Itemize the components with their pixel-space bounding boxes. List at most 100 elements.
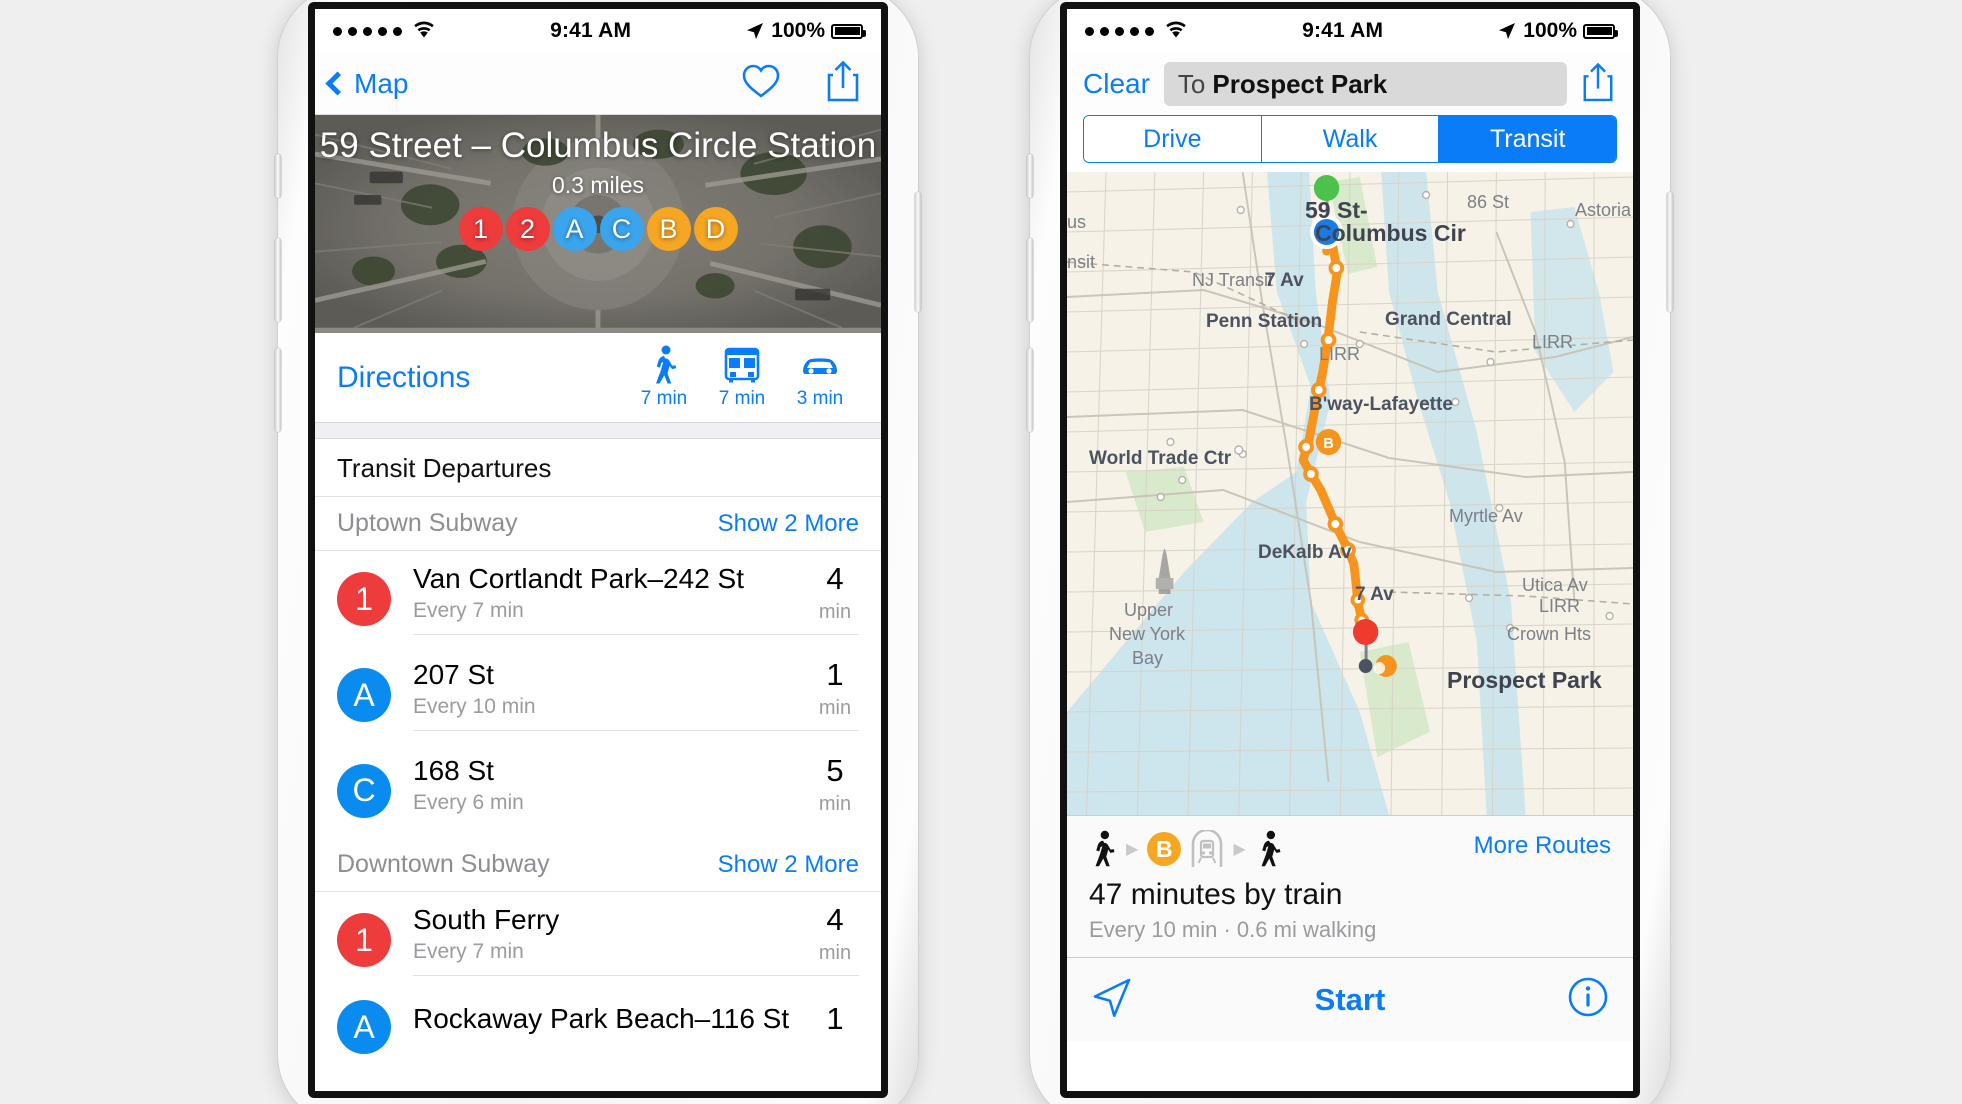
map-label: B'way-Lafayette — [1309, 394, 1453, 415]
segment-drive[interactable]: Drive — [1084, 116, 1262, 162]
group-title: Downtown Subway — [337, 850, 550, 878]
show-more-button[interactable]: Show 2 More — [718, 510, 859, 538]
departure-frequency: Every 7 min — [413, 940, 524, 963]
departure-line-badge: 1 — [337, 572, 391, 626]
signal-strength — [333, 20, 436, 43]
left-screen: 9:41 AM 100% Map 59 Street – Columbus Ci… — [308, 2, 888, 1098]
back-label: Map — [354, 67, 409, 99]
departure-row[interactable]: 1 South Ferry Every 7 min 4 min — [315, 892, 881, 988]
start-navigation-button[interactable]: Start — [1133, 982, 1567, 1018]
departure-row[interactable]: C 168 St Every 6 min 5 min — [315, 743, 881, 838]
station-title: 59 Street – Columbus Circle Station — [319, 126, 877, 165]
departure-eta-unit: min — [818, 942, 852, 964]
line-badge-a: A — [552, 207, 597, 251]
segment-walk[interactable]: Walk — [1261, 116, 1440, 162]
signal-strength-right — [1085, 20, 1188, 43]
volume-up-button-right[interactable] — [1027, 238, 1033, 322]
show-more-button[interactable]: Show 2 More — [718, 851, 859, 879]
map-label: Grand Central — [1385, 309, 1512, 330]
departure-row[interactable]: A 207 St Every 10 min 1 min — [315, 647, 881, 743]
map-label: 7 Av — [1355, 584, 1394, 605]
departure-frequency: Every 7 min — [413, 599, 524, 622]
walk-icon — [625, 345, 703, 385]
map-label: LIRR — [1319, 344, 1361, 364]
station-hero-photo: 59 Street – Columbus Circle Station 0.3 … — [315, 115, 881, 333]
departure-row[interactable]: 1 Van Cortlandt Park–242 St Every 7 min 4 mi… — [315, 551, 881, 647]
departure-eta-value: 5 — [826, 753, 844, 788]
battery-full-icon-right — [1583, 23, 1618, 39]
share-icon[interactable] — [825, 59, 861, 108]
transit-departures-title: Transit Departures — [315, 439, 881, 497]
departure-group-header: Downtown Subway Show 2 More — [315, 838, 881, 892]
map-label: Myrtle Av — [1449, 506, 1523, 526]
departure-destination: South Ferry — [413, 904, 560, 935]
back-to-map-button[interactable]: Map — [325, 67, 409, 100]
search-bar: Clear To Prospect Park — [1067, 53, 1633, 115]
segment-transit[interactable]: Transit — [1439, 116, 1616, 162]
map-label: Crown Hts — [1507, 624, 1592, 644]
mute-switch[interactable] — [275, 154, 281, 198]
walk-icon-2 — [1261, 830, 1281, 867]
share-icon-right[interactable] — [1581, 61, 1615, 108]
battery-full-icon — [831, 23, 866, 39]
battery-percent: 100% — [771, 19, 825, 42]
departure-eta-value: 4 — [826, 902, 844, 937]
volume-down-button-right[interactable] — [1027, 348, 1033, 432]
section-gap — [315, 423, 881, 439]
station-distance: 0.3 miles — [551, 172, 645, 198]
departure-frequency: Every 6 min — [413, 791, 524, 814]
route-duration: 47 minutes by train — [1089, 878, 1343, 911]
right-screen: 9:41 AM 100% Clear To Prospect Park Driv… — [1060, 2, 1640, 1098]
car-icon — [781, 345, 859, 385]
power-button-right[interactable] — [1667, 192, 1673, 312]
more-routes-button[interactable]: More Routes — [1474, 832, 1611, 860]
mute-switch-right[interactable] — [1027, 154, 1033, 198]
status-right: 100% — [745, 19, 866, 43]
info-circle-icon[interactable] — [1567, 976, 1609, 1023]
departure-eta-value: 4 — [826, 561, 844, 596]
nav-bar-left: Map — [315, 53, 881, 115]
map-label: Utica Av — [1522, 575, 1588, 595]
map-label: 7 Av — [1265, 270, 1304, 291]
battery-percent-right: 100% — [1523, 19, 1577, 42]
departure-eta-value: 1 — [826, 1001, 844, 1036]
line-badge-2: 2 — [505, 207, 550, 251]
volume-down-button[interactable] — [275, 348, 281, 432]
map-label: NJ Transit — [1192, 270, 1274, 290]
departure-line-badge: A — [337, 668, 391, 722]
line-badge-1: 1 — [458, 207, 503, 251]
wifi-icon — [412, 20, 436, 43]
map-label: DeKalb Av — [1258, 542, 1352, 563]
volume-up-button[interactable] — [275, 238, 281, 322]
transit-directions-button[interactable]: 7 min — [703, 345, 781, 410]
screenshot-stage: 9:41 AM 100% Map 59 Street – Columbus Ci… — [0, 0, 1962, 1104]
departure-line-badge: C — [337, 763, 391, 818]
departure-destination: 207 St — [413, 659, 494, 690]
walk-directions-button[interactable]: 7 min — [625, 345, 703, 410]
destination-search-input[interactable]: To Prospect Park — [1163, 62, 1567, 106]
directions-row[interactable]: Directions 7 min 7 min 3 min — [315, 333, 881, 423]
navigate-arrow-icon[interactable] — [1091, 976, 1133, 1023]
map-label: Upper — [1124, 600, 1174, 620]
bus-icon — [703, 345, 781, 385]
departure-eta-unit: min — [818, 697, 852, 719]
status-right-group: 100% — [1497, 19, 1618, 43]
power-button[interactable] — [915, 192, 921, 312]
heart-icon[interactable] — [741, 63, 781, 104]
station-line-badges: 12ACBD — [315, 207, 881, 251]
departure-destination: 168 St — [413, 755, 494, 786]
subway-line-b-badge: B — [1147, 832, 1182, 866]
map-label: Astoria — [1575, 200, 1632, 220]
route-map[interactable]: B 59 St- Columbus Cir 86 St Astoria us n… — [1067, 172, 1633, 815]
departure-row[interactable]: A Rockaway Park Beach–116 St 1 — [315, 988, 881, 1066]
leg-separator-icon-2: ▶ — [1233, 841, 1246, 858]
departure-frequency: Every 10 min — [413, 695, 536, 718]
travel-mode-segmented-control[interactable]: Drive Walk Transit — [1083, 115, 1617, 163]
drive-directions-button[interactable]: 3 min — [781, 345, 859, 410]
clear-button[interactable]: Clear — [1083, 68, 1150, 100]
iphone-left-device: 9:41 AM 100% Map 59 Street – Columbus Ci… — [275, 0, 921, 1104]
departures-list: Uptown Subway Show 2 More 1 Van Cortlandt P… — [315, 497, 881, 1066]
line-badge-c: C — [599, 207, 644, 251]
map-label: Bay — [1132, 648, 1164, 668]
wifi-icon-right — [1164, 20, 1188, 43]
